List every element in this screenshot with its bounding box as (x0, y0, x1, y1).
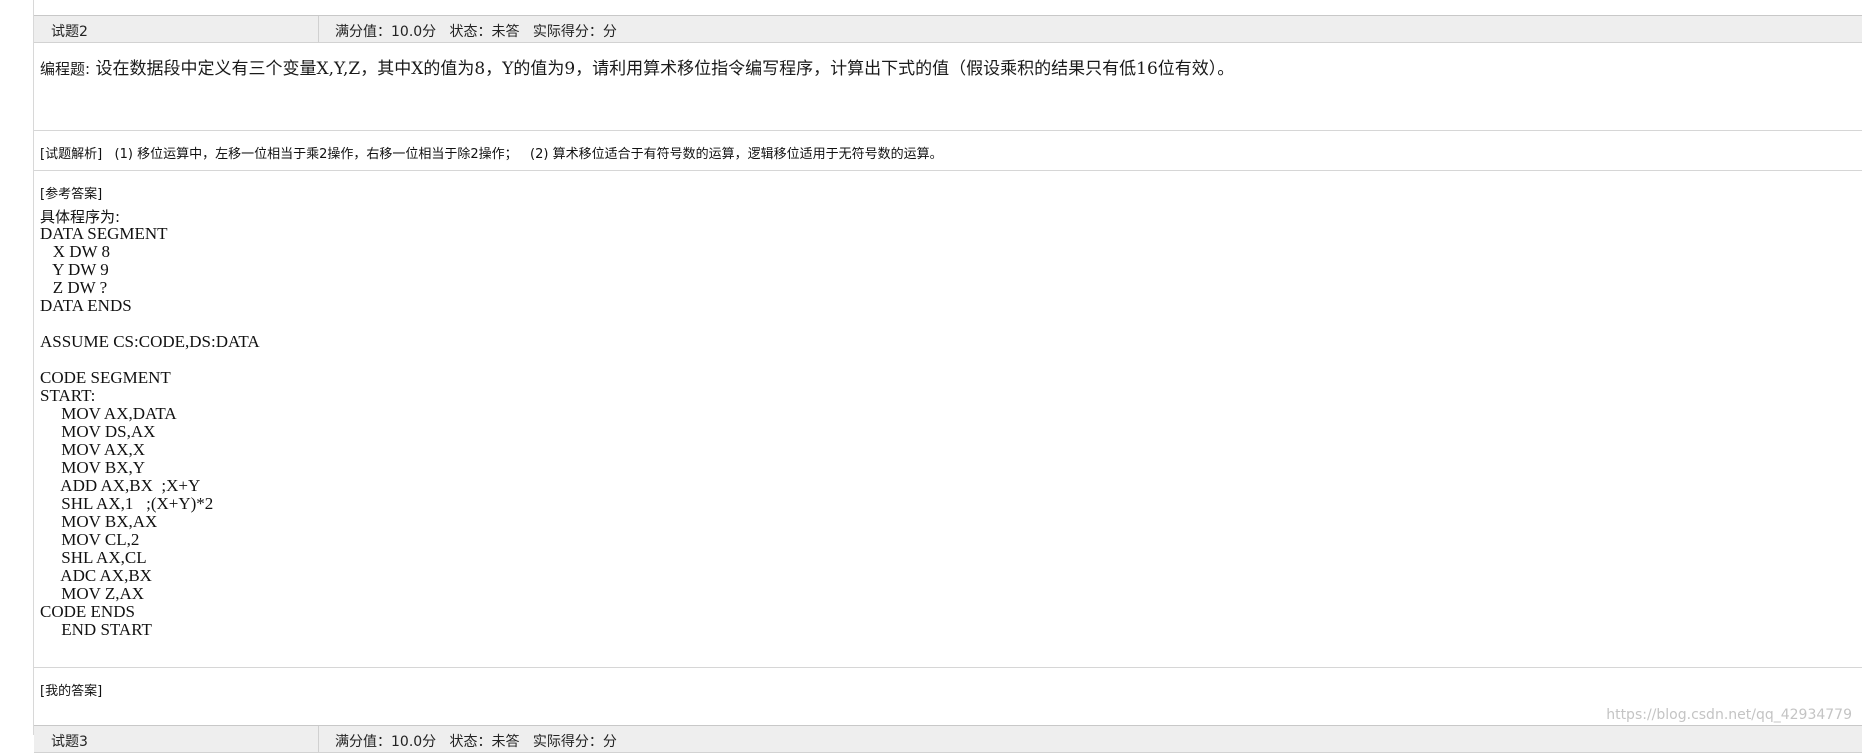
next-question-header: 试题3 满分值：10.0分 状态：未答 实际得分：分 (34, 725, 1862, 753)
question-header: 试题2 满分值：10.0分 状态：未答 实际得分：分 (34, 15, 1862, 43)
question-score-status: 满分值：10.0分 状态：未答 实际得分：分 (335, 24, 617, 40)
reference-answer-label: [参考答案] (40, 187, 103, 202)
watermark: https://blog.csdn.net/qq_42934779 (1606, 707, 1852, 723)
my-answer-label: [我的答案] (40, 684, 103, 699)
question-type-label: 编程题: (40, 60, 91, 78)
question-score-status: 满分值：10.0分 状态：未答 实际得分：分 (335, 734, 617, 750)
question-number: 试题3 (51, 734, 88, 750)
exam-review-panel: 试题2 满分值：10.0分 状态：未答 实际得分：分 编程题: 设在数据段中定义… (33, 0, 1862, 753)
divider (34, 130, 1862, 131)
question-text: 编程题: 设在数据段中定义有三个变量X,Y,Z，其中X的值为8，Y的值为9，请利… (40, 54, 1234, 79)
divider (34, 170, 1862, 171)
header-divider (318, 16, 319, 42)
header-divider (318, 726, 319, 752)
question-number: 试题2 (51, 24, 88, 40)
question-analysis: [试题解析] (1) 移位运算中，左移一位相当于乘2操作，右移一位相当于除2操作… (40, 147, 943, 162)
reference-answer-code: DATA SEGMENT X DW 8 Y DW 9 Z DW ? DATA E… (40, 224, 260, 639)
question-body: 设在数据段中定义有三个变量X,Y,Z，其中X的值为8，Y的值为9，请利用算术移位… (90, 59, 1235, 79)
divider (34, 667, 1862, 668)
